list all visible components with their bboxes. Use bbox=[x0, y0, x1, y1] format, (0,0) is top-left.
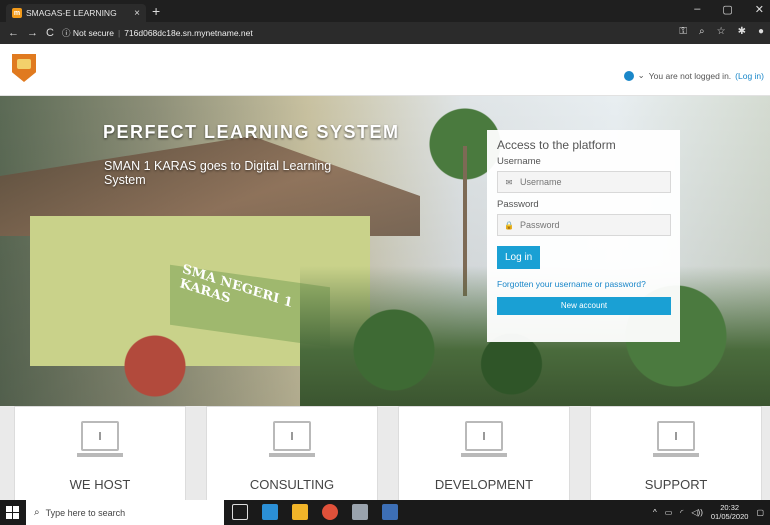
laptop-icon bbox=[269, 421, 315, 457]
clock[interactable]: 20:32 01/05/2020 bbox=[711, 503, 749, 521]
taskbar-pinned-apps bbox=[232, 504, 398, 520]
address-bar: ← → C ⓘ Not secure | 716d068dc18e.sn.myn… bbox=[0, 22, 770, 44]
browser-toolbar-icons: ⚿ ⌕ ☆ ✱ ● bbox=[679, 26, 764, 37]
forgot-password-link[interactable]: Forgotten your username or password? bbox=[497, 279, 670, 289]
feature-label: WE HOST bbox=[69, 477, 131, 492]
laptop-icon bbox=[653, 421, 699, 457]
url-separator: | bbox=[117, 28, 121, 38]
windows-start-icon[interactable] bbox=[6, 506, 19, 519]
hero-title: PERFECT LEARNING SYSTEM bbox=[103, 122, 400, 142]
username-field-wrapper: ✉ bbox=[497, 171, 671, 193]
lock-icon: 🔒 bbox=[504, 220, 514, 230]
feature-support[interactable]: SUPPORT bbox=[590, 406, 762, 500]
new-account-button[interactable]: New account bbox=[497, 297, 671, 315]
tab-close-icon[interactable]: × bbox=[134, 8, 140, 19]
feature-label: SUPPORT bbox=[644, 477, 708, 492]
task-view-icon[interactable] bbox=[232, 504, 248, 520]
notifications-icon[interactable]: ▢ bbox=[756, 508, 764, 517]
battery-icon[interactable]: ▭ bbox=[665, 508, 673, 517]
minimize-button[interactable]: – bbox=[694, 3, 700, 16]
clock-time: 20:32 bbox=[720, 503, 740, 512]
new-tab-button[interactable]: + bbox=[152, 3, 160, 19]
login-status: ⌄ You are not logged in. (Log in) bbox=[623, 70, 764, 81]
laptop-icon bbox=[461, 421, 507, 457]
password-label: Password bbox=[497, 199, 539, 210]
not-secure-badge[interactable]: ⓘ Not secure bbox=[62, 27, 114, 39]
tab-title: SMAGAS-E LEARNING bbox=[26, 8, 117, 18]
word-icon[interactable] bbox=[382, 504, 398, 520]
profile-icon[interactable]: ● bbox=[758, 26, 764, 37]
moodle-favicon-icon: m bbox=[12, 8, 22, 18]
volume-icon[interactable]: ◁)) bbox=[691, 508, 702, 517]
envelope-icon: ✉ bbox=[505, 177, 513, 187]
password-input[interactable] bbox=[520, 220, 660, 230]
tray-chevron-icon[interactable]: ^ bbox=[653, 508, 657, 517]
reload-icon[interactable]: C bbox=[46, 27, 54, 39]
url-input[interactable]: ⓘ Not secure | 716d068dc18e.sn.mynetname… bbox=[62, 25, 702, 41]
wifi-icon[interactable]: ◜ bbox=[680, 508, 683, 517]
browser-tab-bar: m SMAGAS-E LEARNING × + – ▢ ✕ bbox=[0, 0, 770, 22]
window-controls: – ▢ ✕ bbox=[694, 3, 764, 16]
taskbar-search-placeholder: Type here to search bbox=[45, 507, 126, 518]
forward-icon[interactable]: → bbox=[27, 27, 38, 39]
url-text: 716d068dc18e.sn.mynetname.net bbox=[124, 28, 253, 38]
login-heading: Access to the platform bbox=[497, 138, 616, 152]
login-status-text: You are not logged in. bbox=[648, 70, 732, 81]
feature-label: CONSULTING bbox=[249, 477, 335, 492]
feature-development[interactable]: DEVELOPMENT bbox=[398, 406, 570, 500]
back-icon[interactable]: ← bbox=[8, 27, 19, 39]
store-icon[interactable] bbox=[352, 504, 368, 520]
language-globe-icon[interactable] bbox=[623, 70, 634, 81]
edge-icon[interactable] bbox=[262, 504, 278, 520]
hero-subtitle: SMAN 1 KARAS goes to Digital Learning Sy… bbox=[104, 159, 332, 187]
feature-consulting[interactable]: CONSULTING bbox=[206, 406, 378, 500]
feature-label: DEVELOPMENT bbox=[434, 477, 534, 492]
search-icon: ⌕ bbox=[34, 507, 40, 518]
password-field-wrapper: 🔒 bbox=[497, 214, 671, 236]
windows-taskbar: ⌕ Type here to search ^ ▭ ◜ ◁)) 20:32 01… bbox=[0, 500, 770, 525]
extensions-icon[interactable]: ✱ bbox=[738, 26, 746, 37]
zoom-icon[interactable]: ⌕ bbox=[699, 26, 705, 37]
login-panel: Access to the platform Username ✉ Passwo… bbox=[487, 130, 680, 342]
username-input[interactable] bbox=[520, 177, 660, 187]
system-tray: ^ ▭ ◜ ◁)) 20:32 01/05/2020 ▢ bbox=[653, 503, 764, 521]
close-window-button[interactable]: ✕ bbox=[755, 3, 764, 16]
login-link[interactable]: (Log in) bbox=[735, 71, 764, 81]
username-label: Username bbox=[497, 156, 541, 167]
flowers-image bbox=[110, 326, 200, 406]
maximize-button[interactable]: ▢ bbox=[722, 3, 732, 16]
taskbar-search[interactable]: ⌕ Type here to search bbox=[26, 500, 224, 525]
key-icon[interactable]: ⚿ bbox=[679, 26, 687, 37]
star-icon[interactable]: ☆ bbox=[717, 26, 726, 37]
school-logo[interactable] bbox=[12, 54, 36, 82]
browser-tab[interactable]: m SMAGAS-E LEARNING × bbox=[6, 4, 146, 22]
file-explorer-icon[interactable] bbox=[292, 504, 308, 520]
feature-we-host[interactable]: WE HOST bbox=[14, 406, 186, 500]
site-header: ⌄ You are not logged in. (Log in) bbox=[0, 44, 770, 96]
clock-date: 01/05/2020 bbox=[710, 512, 749, 521]
laptop-icon bbox=[77, 421, 123, 457]
chrome-icon[interactable] bbox=[322, 504, 338, 520]
features-row: WE HOST CONSULTING DEVELOPMENT SUPPORT bbox=[0, 406, 770, 500]
login-button[interactable]: Log in bbox=[497, 246, 541, 269]
language-dropdown-icon[interactable]: ⌄ bbox=[638, 70, 645, 81]
